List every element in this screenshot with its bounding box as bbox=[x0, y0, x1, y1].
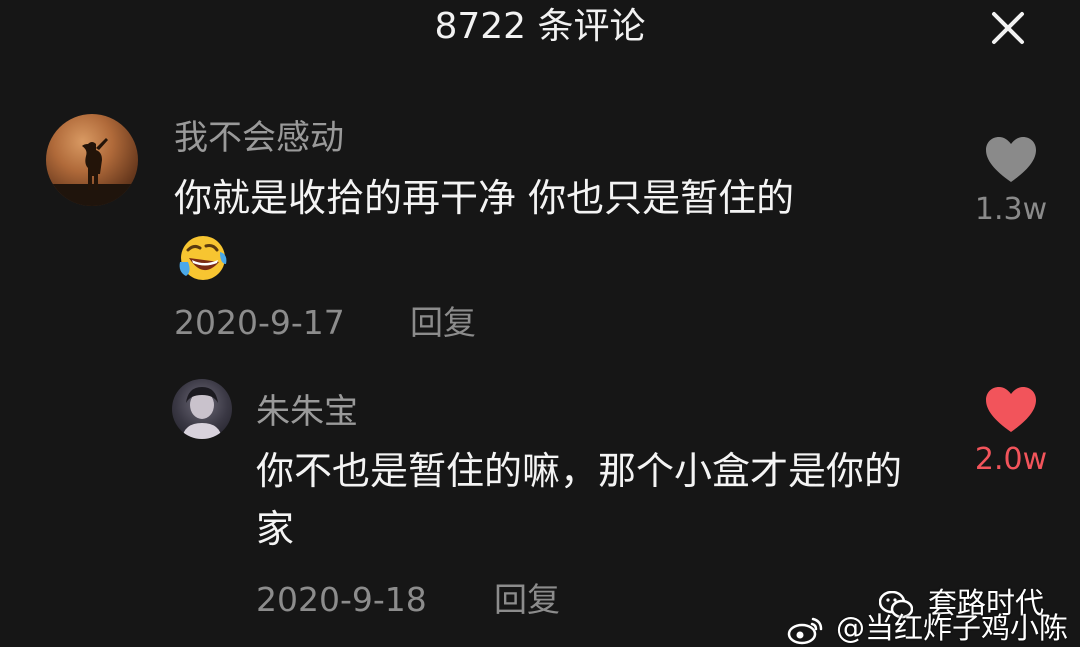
reply-button[interactable]: 回复 bbox=[494, 580, 560, 620]
reply-text: 你不也是暂住的嘛，那个小盒才是你的家 bbox=[256, 449, 903, 551]
close-button[interactable] bbox=[988, 8, 1028, 48]
comment-date: 2020-9-17 bbox=[174, 303, 345, 342]
like-button[interactable]: 2.0w bbox=[966, 386, 1056, 478]
like-count: 1.3w bbox=[974, 192, 1048, 227]
comment-count-title: 8722 条评论 bbox=[434, 6, 646, 47]
comment-text: 你就是收拾的再干净 你也只是暂住的 bbox=[174, 176, 795, 220]
reply-date: 2020-9-18 bbox=[256, 580, 427, 619]
avatar-portrait bbox=[182, 387, 222, 439]
weibo-icon bbox=[787, 617, 823, 645]
heart-icon bbox=[986, 137, 1036, 182]
comment-username[interactable]: 我不会感动 bbox=[174, 118, 344, 158]
avatar[interactable] bbox=[46, 114, 138, 206]
reply-username[interactable]: 朱朱宝 bbox=[256, 392, 358, 432]
heart-filled-icon bbox=[986, 387, 1036, 432]
reply-avatar[interactable] bbox=[172, 379, 232, 439]
watermark-line2: @当红炸子鸡小陈 bbox=[835, 611, 1068, 645]
laughing-tears-emoji bbox=[179, 236, 227, 280]
reply-button[interactable]: 回复 bbox=[410, 303, 476, 343]
avatar-silhouette bbox=[46, 138, 138, 206]
close-icon bbox=[992, 12, 1024, 44]
like-button[interactable]: 1.3w bbox=[966, 136, 1056, 228]
watermark-weibo: @当红炸子鸡小陈 bbox=[787, 605, 1068, 647]
like-count: 2.0w bbox=[974, 442, 1048, 477]
